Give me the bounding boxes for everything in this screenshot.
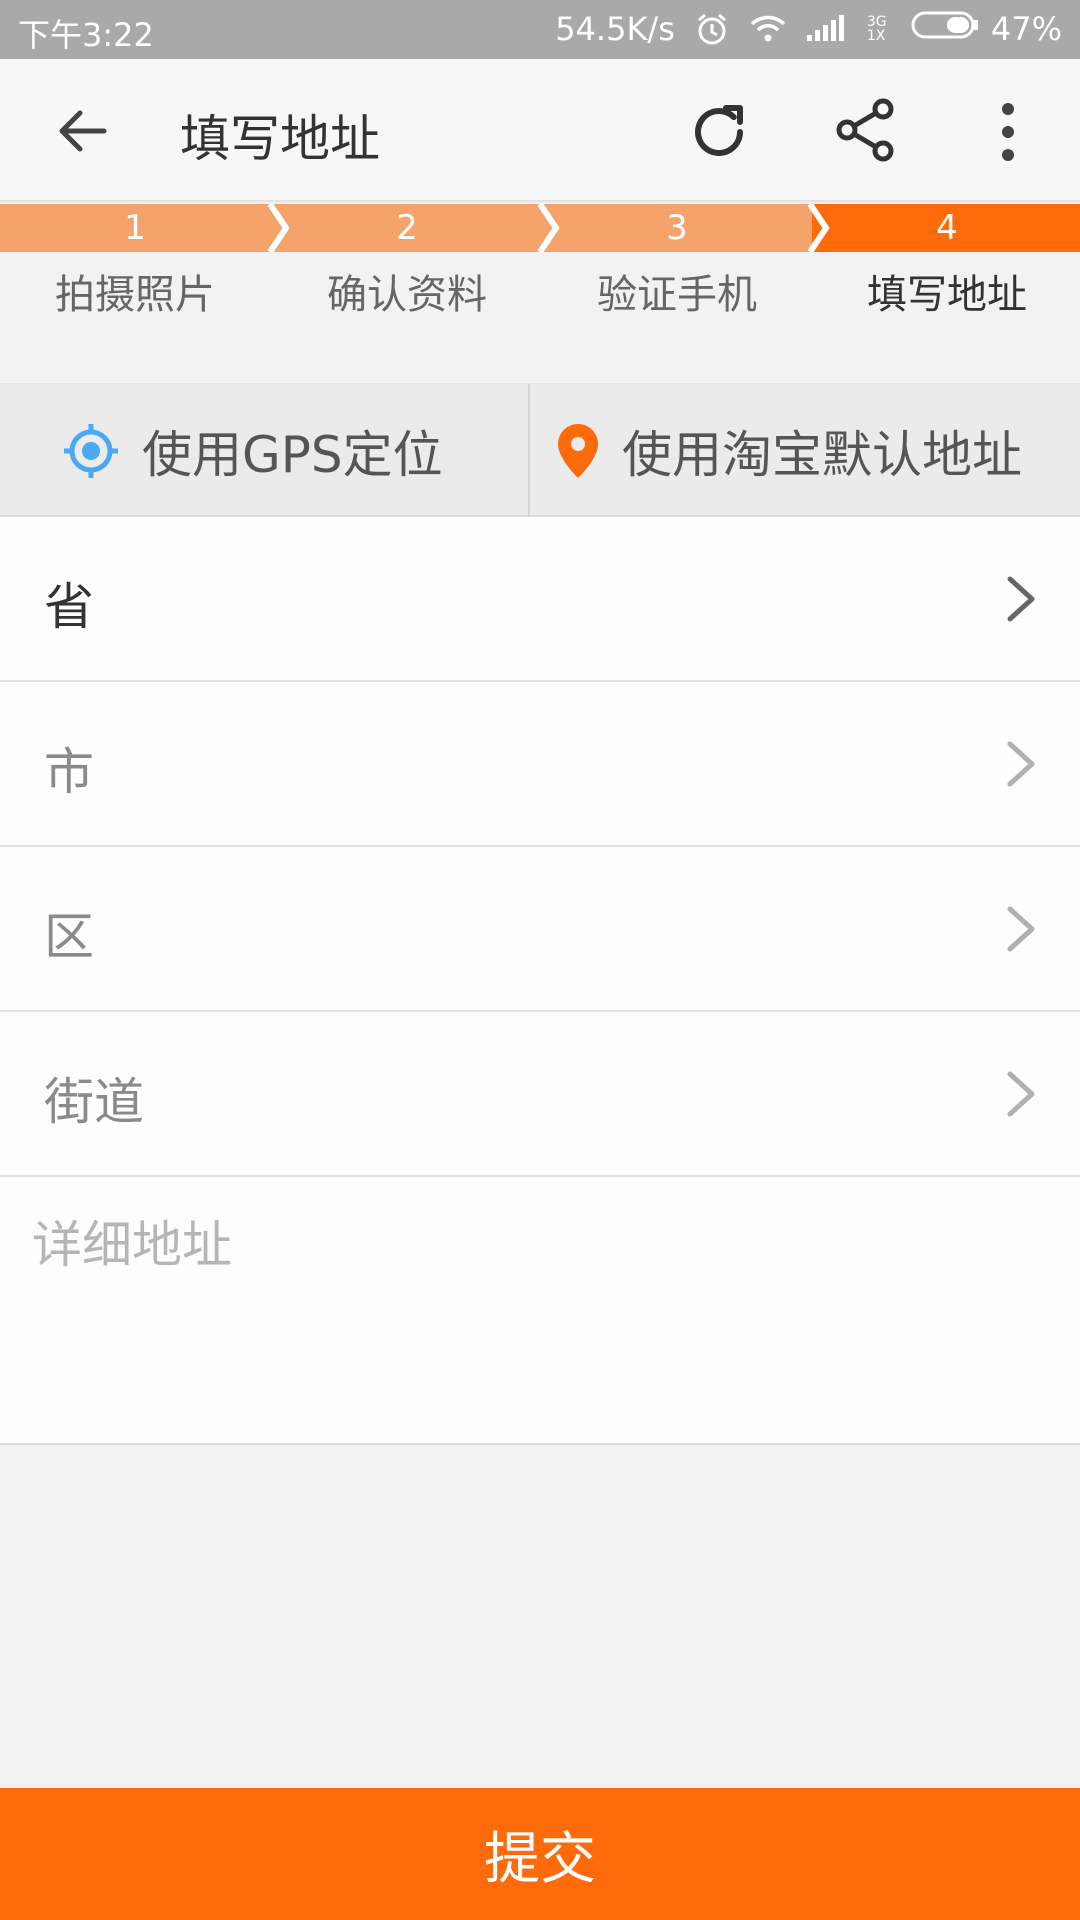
battery: 47%: [911, 10, 1062, 48]
use-gps-label: 使用GPS定位: [142, 426, 443, 484]
step-label-2: 确认资料: [327, 272, 487, 318]
step-labels: 拍摄照片 确认资料 验证手机 填写地址: [0, 262, 1080, 322]
address-form: 省 市 区 街道: [0, 517, 1080, 1445]
gps-target-icon: [64, 424, 118, 478]
province-selector[interactable]: 省: [0, 517, 1080, 682]
status-right: 54.5K/s 3G 1X 47%: [555, 10, 1062, 48]
step-label-3: 验证手机: [597, 272, 757, 318]
chevron-right-icon: [1004, 1068, 1040, 1120]
signal-icon: [806, 15, 847, 43]
step-label-1: 拍摄照片: [55, 272, 215, 318]
step-progress: 1 2 3 4: [0, 202, 1080, 254]
province-label: 省: [44, 578, 94, 636]
refresh-icon[interactable]: [686, 99, 752, 165]
more-vertical-icon[interactable]: [990, 99, 1026, 165]
alarm-icon: [695, 12, 729, 46]
step-number-3: 3: [666, 208, 688, 248]
step-label-4: 填写地址: [867, 272, 1027, 318]
city-label: 市: [44, 743, 94, 801]
network-type: 3G 1X: [866, 14, 887, 44]
back-arrow-icon[interactable]: [54, 103, 110, 159]
city-selector[interactable]: 市: [0, 682, 1080, 847]
chevron-right-icon: [1004, 738, 1040, 790]
step-number-2: 2: [396, 208, 418, 248]
use-taobao-address-button[interactable]: 使用淘宝默认地址: [556, 384, 1022, 518]
status-bar: 下午3:22 54.5K/s 3G 1X 47%: [0, 0, 1080, 59]
location-pin-icon: [558, 424, 598, 478]
step-separator-icon: [537, 202, 562, 254]
detail-address-input[interactable]: [0, 1177, 1080, 1443]
detail-address-area: [0, 1177, 1080, 1445]
app-bar: 填写地址: [0, 59, 1080, 202]
district-label: 区: [44, 908, 94, 966]
battery-percent: 47%: [990, 10, 1062, 48]
step-separator-icon: [807, 202, 832, 254]
page-title: 填写地址: [180, 110, 380, 168]
chevron-right-icon: [1004, 573, 1040, 625]
location-options: 使用GPS定位 使用淘宝默认地址: [0, 383, 1080, 518]
submit-button[interactable]: 提交: [0, 1788, 1080, 1920]
step-number-1: 1: [124, 208, 146, 248]
street-selector[interactable]: 街道: [0, 1012, 1080, 1177]
battery-icon: [911, 10, 981, 48]
district-selector[interactable]: 区: [0, 847, 1080, 1012]
step-number-4: 4: [936, 208, 958, 248]
street-label: 街道: [44, 1073, 144, 1131]
use-gps-button[interactable]: 使用GPS定位: [62, 384, 443, 518]
step-separator-icon: [267, 202, 292, 254]
chevron-right-icon: [1004, 903, 1040, 955]
network-speed: 54.5K/s: [555, 10, 675, 48]
share-icon[interactable]: [833, 97, 899, 163]
divider: [528, 384, 530, 518]
status-time: 下午3:22: [18, 16, 154, 54]
wifi-icon: [749, 14, 787, 44]
use-taobao-address-label: 使用淘宝默认地址: [622, 426, 1022, 484]
